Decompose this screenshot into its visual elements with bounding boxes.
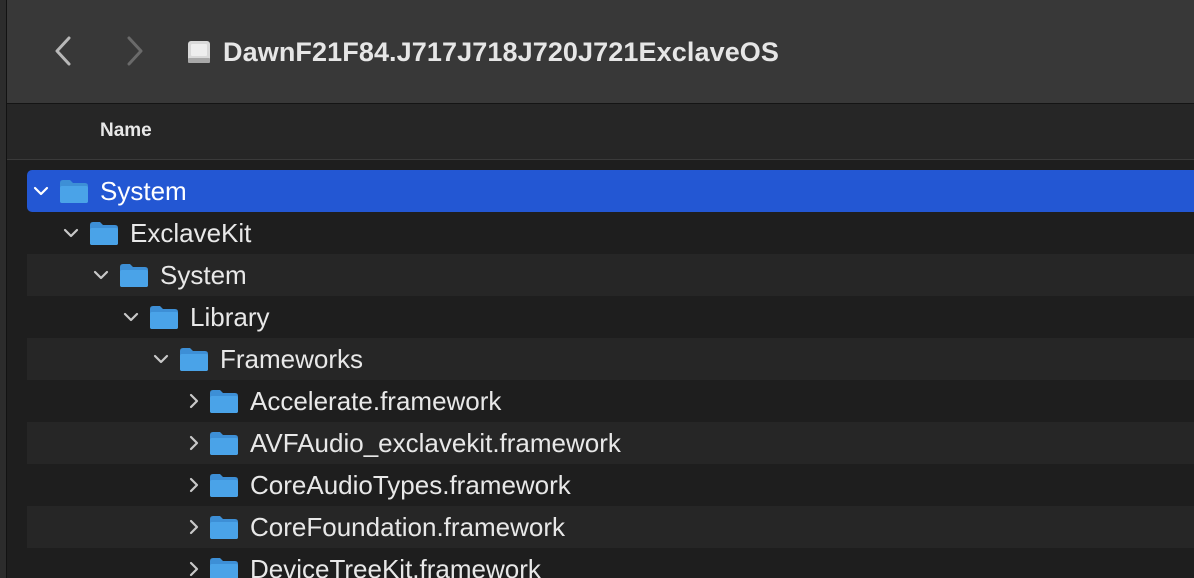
folder-icon: [150, 306, 178, 329]
folder-icon: [210, 390, 238, 413]
list-item-label: Frameworks: [220, 344, 364, 374]
chevron-right-icon: [127, 36, 143, 66]
folder-icon: [210, 516, 238, 539]
disclosure-expanded-icon[interactable]: [151, 349, 171, 369]
folder-icon: [210, 558, 238, 578]
folder-icon: [210, 474, 238, 497]
folder-icon: [210, 432, 238, 455]
list-item-label: Library: [190, 302, 270, 332]
list-item[interactable]: AVFAudio_exclavekit.framework: [27, 422, 1194, 464]
column-header-name[interactable]: Name: [100, 120, 152, 142]
finder-window: DawnF21F84.J717J718J720J721ExclaveOS Nam…: [0, 0, 1194, 578]
list-item-label: ExclaveKit: [130, 218, 252, 248]
list-item-label: CoreAudioTypes.framework: [250, 470, 571, 500]
list-item-label: AVFAudio_exclavekit.framework: [250, 428, 621, 458]
list-item-label: Accelerate.framework: [250, 386, 502, 416]
window-title: DawnF21F84.J717J718J720J721ExclaveOS: [185, 30, 779, 74]
disclosure-expanded-icon[interactable]: [121, 307, 141, 327]
file-list: System ExclaveKit System Library Framewo…: [0, 170, 1194, 578]
disclosure-expanded-icon[interactable]: [61, 223, 81, 243]
folder-icon: [90, 222, 118, 245]
back-button[interactable]: [45, 33, 81, 69]
toolbar: DawnF21F84.J717J718J720J721ExclaveOS: [7, 0, 1194, 104]
list-item[interactable]: CoreFoundation.framework: [27, 506, 1194, 548]
list-item[interactable]: ExclaveKit: [27, 212, 1194, 254]
disclosure-collapsed-icon[interactable]: [184, 559, 204, 578]
disclosure-collapsed-icon[interactable]: [184, 391, 204, 411]
list-item-label: System: [100, 176, 187, 206]
list-item[interactable]: Accelerate.framework: [27, 380, 1194, 422]
chevron-left-icon: [55, 36, 71, 66]
column-header: Name: [7, 104, 1194, 160]
disclosure-collapsed-icon[interactable]: [184, 433, 204, 453]
list-item[interactable]: System: [27, 170, 1194, 212]
list-item-label: CoreFoundation.framework: [250, 512, 566, 542]
disclosure-expanded-icon[interactable]: [31, 181, 51, 201]
list-item[interactable]: System: [27, 254, 1194, 296]
list-item-label: System: [160, 260, 247, 290]
list-item[interactable]: Frameworks: [27, 338, 1194, 380]
forward-button[interactable]: [117, 33, 153, 69]
disk-image-icon: [188, 41, 210, 63]
disclosure-collapsed-icon[interactable]: [184, 475, 204, 495]
list-item[interactable]: DeviceTreeKit.framework: [27, 548, 1194, 578]
list-item[interactable]: Library: [27, 296, 1194, 338]
folder-icon: [60, 180, 88, 203]
list-item[interactable]: CoreAudioTypes.framework: [27, 464, 1194, 506]
disclosure-collapsed-icon[interactable]: [184, 517, 204, 537]
folder-icon: [120, 264, 148, 287]
disclosure-expanded-icon[interactable]: [91, 265, 111, 285]
folder-icon: [180, 348, 208, 371]
window-title-text: DawnF21F84.J717J718J720J721ExclaveOS: [223, 36, 780, 67]
list-item-label: DeviceTreeKit.framework: [250, 554, 541, 578]
